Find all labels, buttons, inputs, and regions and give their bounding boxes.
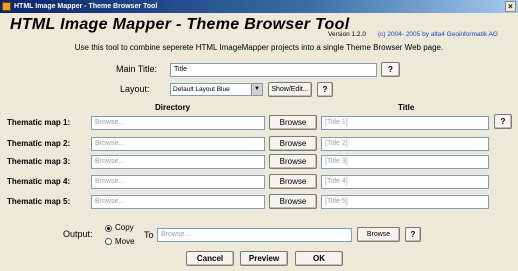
thematic-map-4-title-input[interactable]: [Title 4] xyxy=(321,175,489,189)
thematic-map-4-label: Thematic map 4: xyxy=(7,177,71,186)
directory-column-header: Directory xyxy=(155,103,191,112)
thematic-map-1-browse-button[interactable]: Browse xyxy=(269,115,317,130)
thematic-map-2-browse-button[interactable]: Browse xyxy=(269,136,317,151)
window-title: HTML Image Mapper - Theme Browser Tool xyxy=(14,3,158,10)
theme-browser-window: HTML Image Mapper - Theme Browser Tool ×… xyxy=(0,0,518,271)
main-title-label: Main Title: xyxy=(116,64,158,74)
ok-button[interactable]: OK xyxy=(295,251,343,266)
thematic-map-3-directory-input[interactable]: Browse... xyxy=(91,155,265,169)
move-radio-label[interactable]: Move xyxy=(115,237,135,246)
to-label: To xyxy=(144,230,154,240)
thematic-map-1-title-input[interactable]: [Title 1] xyxy=(321,116,489,130)
thematic-map-3-label: Thematic map 3: xyxy=(7,157,71,166)
description-text: Use this tool to combine seperete HTML I… xyxy=(74,43,444,52)
thematic-map-5-title-input[interactable]: [Title 5] xyxy=(321,195,489,209)
title-column-header: Title xyxy=(398,103,415,112)
output-browse-button[interactable]: Browse xyxy=(357,227,400,242)
output-label: Output: xyxy=(63,229,93,239)
chevron-down-icon[interactable]: ▼ xyxy=(251,84,262,95)
copy-radio[interactable] xyxy=(105,225,112,232)
copyright-link[interactable]: (c) 2004- 2005 by alta4 Geoinformatik AG xyxy=(378,31,498,38)
thematic-map-1-directory-input[interactable]: Browse... xyxy=(91,116,265,130)
app-title: HTML Image Mapper - Theme Browser Tool xyxy=(10,16,350,33)
thematic-map-4-browse-button[interactable]: Browse xyxy=(269,174,317,189)
show-edit-button[interactable]: Show/Edit... xyxy=(268,82,312,97)
main-title-help-button[interactable]: ? xyxy=(381,62,400,77)
cancel-button[interactable]: Cancel xyxy=(186,251,234,266)
layout-label: Layout: xyxy=(120,84,150,94)
thematic-map-2-label: Thematic map 2: xyxy=(7,139,71,148)
move-radio[interactable] xyxy=(105,238,112,245)
thematic-map-2-directory-input[interactable]: Browse... xyxy=(91,137,265,151)
copy-radio-label[interactable]: Copy xyxy=(115,223,134,232)
thematic-map-3-title-input[interactable]: [Title 3] xyxy=(321,155,489,169)
version-label: Version 1.2.0 xyxy=(328,31,366,38)
preview-button[interactable]: Preview xyxy=(240,251,288,266)
layout-select[interactable]: Default Layout Blue ▼ xyxy=(170,83,263,96)
layout-help-button[interactable]: ? xyxy=(317,82,333,97)
thematic-map-1-label: Thematic map 1: xyxy=(7,118,71,127)
thematic-map-5-browse-button[interactable]: Browse xyxy=(269,194,317,209)
thematic-maps-help-button[interactable]: ? xyxy=(494,114,512,129)
app-icon xyxy=(2,2,11,11)
thematic-map-3-browse-button[interactable]: Browse xyxy=(269,154,317,169)
thematic-map-5-label: Thematic map 5: xyxy=(7,197,71,206)
main-title-input[interactable]: Title xyxy=(170,63,377,77)
thematic-map-5-directory-input[interactable]: Browse... xyxy=(91,195,265,209)
thematic-map-4-directory-input[interactable]: Browse... xyxy=(91,175,265,189)
thematic-map-2-title-input[interactable]: [Title 2] xyxy=(321,137,489,151)
output-help-button[interactable]: ? xyxy=(405,227,421,242)
layout-selected-value: Default Layout Blue xyxy=(173,86,230,93)
window-titlebar[interactable]: HTML Image Mapper - Theme Browser Tool × xyxy=(0,0,518,13)
output-directory-input[interactable]: Browse... xyxy=(157,228,352,242)
close-icon[interactable]: × xyxy=(505,1,516,12)
